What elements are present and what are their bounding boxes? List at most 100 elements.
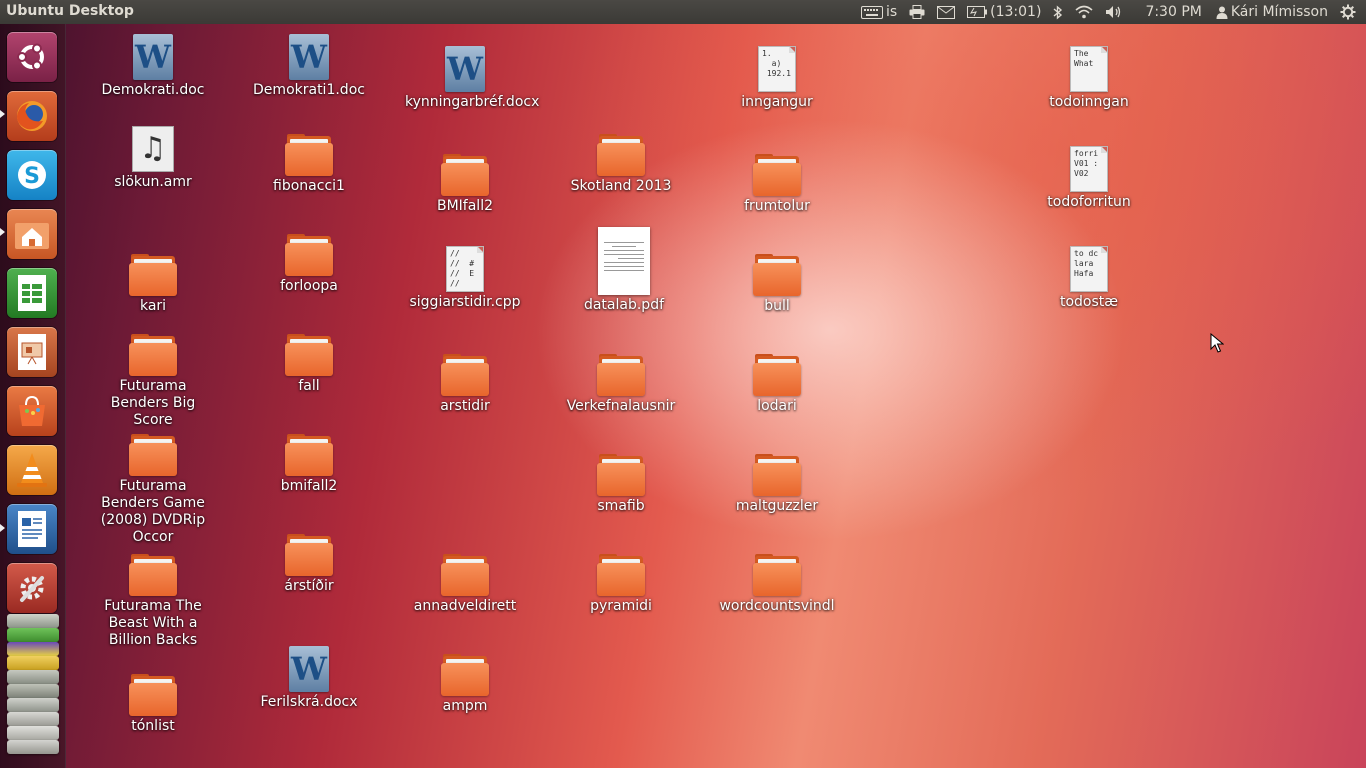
desktop-item-folder[interactable]: ampm (405, 654, 525, 715)
launcher-files[interactable] (7, 209, 57, 259)
file-preview: // // # // E // (450, 249, 475, 288)
folder-icon (753, 154, 801, 196)
desktop-item-text[interactable]: The What todoinngan (1029, 46, 1149, 111)
desktop-item-text[interactable]: // // # // E // siggiarstidir.cpp (405, 246, 525, 311)
desktop-item-folder[interactable]: Skotland 2013 (561, 134, 681, 195)
desktop-item-label: Futurama The Beast With a Billion Backs (104, 598, 202, 648)
desktop-item-folder[interactable]: smafib (561, 454, 681, 515)
launcher-firefox[interactable] (7, 91, 57, 141)
sound-indicator[interactable] (1105, 5, 1123, 19)
launcher-drive-icon[interactable] (7, 614, 59, 628)
desktop-item-folder[interactable]: lodari (717, 354, 837, 415)
desktop-item-audio[interactable]: ♫ slökun.amr (93, 126, 213, 191)
desktop-item-folder[interactable]: Verkefnalausnir (561, 354, 681, 415)
desktop-item-label: Futurama Benders Game (2008) DVDRip Occo… (100, 478, 206, 545)
desktop-item-folder[interactable]: bmifall2 (249, 434, 369, 495)
desktop-item-folder[interactable]: annadveldirett (405, 554, 525, 615)
home-folder-icon (15, 223, 49, 249)
desktop-item-folder[interactable]: árstíðir (249, 534, 369, 595)
launcher-dvd-icon[interactable] (7, 726, 59, 740)
messaging-indicator[interactable] (937, 5, 956, 19)
launcher-download-icon[interactable] (7, 628, 59, 642)
desktop-item-folder[interactable]: maltguzzler (717, 454, 837, 515)
desktop-item-folder[interactable]: Futurama The Beast With a Billion Backs (93, 554, 213, 649)
desktop-item-word[interactable]: W Demokrati1.doc (249, 34, 369, 99)
launcher-usb-icon[interactable] (7, 670, 59, 684)
launcher-disk-icon[interactable] (7, 684, 59, 698)
folder-icon (441, 554, 489, 596)
printer-indicator[interactable] (909, 5, 925, 19)
launcher-libreoffice-writer[interactable] (7, 504, 57, 554)
desktop-item-folder[interactable]: arstidir (405, 354, 525, 415)
desktop-item-folder[interactable]: Futurama Benders Big Score (93, 334, 213, 429)
desktop-item-folder[interactable]: frumtolur (717, 154, 837, 215)
desktop-item-folder[interactable]: tónlist (93, 674, 213, 735)
desktop-item-folder[interactable]: kari (93, 254, 213, 315)
network-indicator[interactable] (1075, 5, 1093, 19)
desktop-item-label: datalab.pdf (583, 297, 665, 313)
launcher-workspace-icon[interactable] (7, 642, 59, 656)
presentation-icon (18, 334, 46, 370)
desktop-item-label: wordcountsvindl (719, 598, 835, 614)
folder-icon (285, 534, 333, 576)
desktop-item-folder[interactable]: pyramidi (561, 554, 681, 615)
launcher-dash-home[interactable] (7, 32, 57, 82)
desktop-item-folder[interactable]: forloopa (249, 234, 369, 295)
folder-icon (441, 654, 489, 696)
desktop-item-label: bmifall2 (280, 478, 338, 494)
launcher-harddrive-icon[interactable] (7, 712, 59, 726)
folder-icon (753, 354, 801, 396)
desktop-item-text[interactable]: 1. a) 192.1 inngangur (717, 46, 837, 111)
launcher-system-settings[interactable] (7, 563, 57, 613)
launcher-skype[interactable]: S (7, 150, 57, 200)
desktop-item-pdf[interactable]: datalab.pdf (564, 227, 684, 314)
word-document-icon: W (289, 34, 329, 80)
bluetooth-indicator[interactable] (1053, 4, 1063, 20)
desktop-item-folder[interactable]: fall (249, 334, 369, 395)
folder-icon (129, 434, 177, 476)
folder-icon (753, 554, 801, 596)
launcher-vlc[interactable] (7, 445, 57, 495)
launcher-scanner-icon[interactable] (7, 698, 59, 712)
session-indicator[interactable] (1340, 4, 1356, 20)
folder-icon (285, 234, 333, 276)
folder-icon (441, 354, 489, 396)
launcher-trash-icon[interactable] (7, 740, 59, 754)
traffic-cone-icon (17, 453, 47, 487)
desktop-item-label: árstíðir (284, 578, 334, 594)
file-preview: to dc lara Hafa (1074, 249, 1099, 278)
folder-icon (753, 454, 801, 496)
clock-indicator[interactable]: 7:30 PM (1145, 4, 1201, 20)
file-preview: forri V01 : V02 (1074, 149, 1099, 178)
launcher-libreoffice-calc[interactable] (7, 268, 57, 318)
desktop-item-text[interactable]: to dc lara Hafa todostæ (1029, 246, 1149, 311)
desktop-item-label: siggiarstidir.cpp (409, 294, 521, 310)
folder-icon (597, 354, 645, 396)
desktop-item-label: Ferilskrá.docx (260, 694, 358, 710)
desktop-item-folder[interactable]: BMIfall2 (405, 154, 525, 215)
keyboard-indicator[interactable]: is (860, 4, 897, 20)
desktop-item-word[interactable]: W kynningarbréf.docx (405, 46, 539, 111)
desktop-item-folder[interactable]: Futurama Benders Game (2008) DVDRip Occo… (93, 434, 213, 546)
battery-time-label: (13:01) (990, 4, 1042, 20)
launcher-folder-icon[interactable] (7, 656, 59, 670)
desktop-item-word[interactable]: W Demokrati.doc (93, 34, 213, 99)
user-indicator[interactable]: Kári Mímisson (1216, 4, 1328, 20)
folder-icon (597, 554, 645, 596)
keyboard-icon (860, 5, 883, 19)
desktop-item-folder[interactable]: fibonacci1 (249, 134, 369, 195)
desktop-item-label: forloopa (280, 278, 338, 294)
launcher-software-center[interactable] (7, 386, 57, 436)
battery-indicator[interactable]: (13:01) (967, 4, 1041, 20)
word-document-icon: W (445, 46, 485, 92)
launcher-libreoffice-impress[interactable] (7, 327, 57, 377)
desktop-item-folder[interactable]: wordcountsvindl (717, 554, 837, 615)
desktop-item-word[interactable]: W Ferilskrá.docx (249, 646, 369, 711)
desktop-item-folder[interactable]: bull (717, 254, 837, 315)
gear-icon (1340, 4, 1356, 20)
desktop-item-label: BMIfall2 (436, 198, 493, 214)
text-file-icon: 1. a) 192.1 (758, 46, 796, 92)
desktop-item-text[interactable]: forri V01 : V02 todoforritun (1029, 146, 1149, 211)
envelope-icon (937, 5, 956, 19)
folder-icon (129, 254, 177, 296)
